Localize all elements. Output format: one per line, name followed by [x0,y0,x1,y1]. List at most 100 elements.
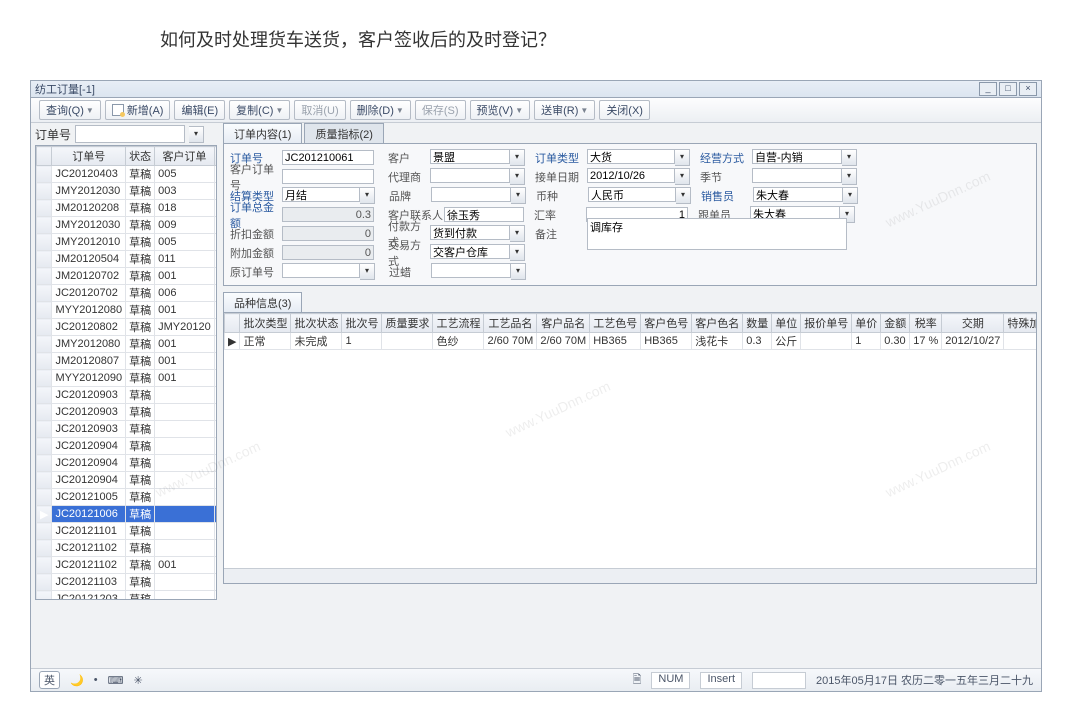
dot-icon: • [94,674,98,686]
order-row[interactable]: JM20120208草稿018 [37,200,218,217]
biz-mode-input[interactable] [752,149,842,164]
order-row[interactable]: JC20120903草稿 [37,404,218,421]
order-row[interactable]: JM20120504草稿011 [37,251,218,268]
window-min-button[interactable]: _ [979,82,997,96]
window-close-button[interactable]: × [1019,82,1037,96]
order-row[interactable]: JMY2012030草稿009 [37,217,218,234]
order-row[interactable]: JC20120403草稿005 [37,166,218,183]
contact-input[interactable] [444,207,524,222]
order-row[interactable]: JC20120904草稿 [37,472,218,489]
agent-dd-icon[interactable]: ▾ [510,168,525,185]
order-row[interactable]: JMY2012030草稿003 [37,183,218,200]
toolbar-close-button[interactable]: 关闭(X) [599,100,650,120]
status-num: NUM [651,672,690,689]
addon-input[interactable] [282,245,374,260]
trade-input[interactable] [430,244,510,259]
customer-input[interactable] [430,149,510,164]
order-row[interactable]: JC20121005草稿 [37,489,218,506]
settle-dd-icon[interactable]: ▾ [360,187,375,204]
currency-dd-icon[interactable]: ▾ [676,187,691,204]
season-dd-icon[interactable]: ▾ [842,168,857,185]
sales-dd-icon[interactable]: ▾ [843,187,858,204]
order-row[interactable]: JC20120802草稿JMY20120 [37,319,218,336]
toolbar-query-button[interactable]: 查询(Q)▼ [39,100,101,120]
brand-dd-icon[interactable]: ▾ [511,187,526,204]
order-row[interactable]: JC20121102草稿 [37,540,218,557]
order-row[interactable]: JM20120807草稿001 [37,353,218,370]
toolbar-preview-button[interactable]: 预览(V)▼ [470,100,531,120]
row-indicator [37,523,52,540]
window-max-button[interactable]: □ [999,82,1017,96]
toolbar: 查询(Q)▼新增(A)编辑(E)复制(C)▼取消(U)删除(D)▼保存(S)预览… [31,98,1041,123]
row-indicator [37,353,52,370]
right-panel: 订单内容(1) 质量指标(2) 订单号 客户 ▾ 订单类型 ▾ 经营方式 ▾ [223,123,1037,663]
pay-dd-icon[interactable]: ▾ [510,225,525,242]
orig-dd-icon[interactable]: ▾ [360,263,375,280]
order-row[interactable]: JC20120904草稿 [37,455,218,472]
tab-variety[interactable]: 品种信息(3) [223,292,302,312]
currency-input[interactable] [588,187,676,202]
sales-input[interactable] [753,187,843,202]
order-row[interactable]: MYY2012090草稿001 [37,370,218,387]
toolbar-new-button[interactable]: 新增(A) [105,100,171,120]
chevron-down-icon: ▼ [580,106,588,115]
filter-order-input[interactable] [75,125,185,143]
order-row[interactable]: MYY2012080草稿001 [37,302,218,319]
toolbar-label: 送审(R) [541,102,578,118]
row-indicator [37,574,52,591]
biz-mode-dd-icon[interactable]: ▾ [842,149,857,166]
order-list-grid[interactable]: 订单号状态客户订单▲JC20120403草稿005JMY2012030草稿003… [35,145,217,600]
order-row[interactable]: JC20121102草稿001 [37,557,218,574]
order-row[interactable]: JC20120903草稿 [37,387,218,404]
customer-dd-icon[interactable]: ▾ [510,149,525,166]
ime-icon[interactable]: 英 [39,671,60,689]
brand-input[interactable] [431,187,511,202]
order-type-dd-icon[interactable]: ▾ [675,149,690,166]
order-row[interactable]: JM20120702草稿001 [37,268,218,285]
toolbar-edit-button[interactable]: 编辑(E) [174,100,225,120]
pay-input[interactable] [430,225,510,240]
filter-dropdown-icon[interactable]: ▾ [189,126,204,143]
order-row[interactable]: JC20120903草稿 [37,421,218,438]
detail-hscroll[interactable] [224,568,1036,583]
settle-input[interactable] [282,187,360,202]
order-no-input[interactable] [282,150,374,165]
tab-quality[interactable]: 质量指标(2) [304,123,383,143]
orig-input[interactable] [282,263,360,278]
order-row[interactable]: JC20120702草稿006 [37,285,218,302]
order-form: 订单号 客户 ▾ 订单类型 ▾ 经营方式 ▾ 客户订单号 代理商 [223,143,1037,286]
order-row[interactable]: JMY2012080草稿001 [37,336,218,353]
discount-input[interactable] [282,226,374,241]
detail-row[interactable]: ▶正常未完成1色纱2/60 70M2/60 70MHB365HB365浅花卡0.… [225,333,1038,350]
wax-dd-icon[interactable]: ▾ [511,263,526,280]
row-indicator [37,336,52,353]
toolbar-cancel-button: 取消(U) [294,100,345,120]
season-input[interactable] [752,168,842,183]
lbl-sales: 销售员 [701,188,753,204]
order-row[interactable]: JC20121203草稿 [37,591,218,601]
moon-icon: 🌙 [70,674,84,687]
tab-order-content[interactable]: 订单内容(1) [223,123,302,143]
order-row[interactable]: JMY2012010草稿005 [37,234,218,251]
cust-order-input[interactable] [282,169,374,184]
agent-input[interactable] [430,168,510,183]
remark-input[interactable]: 调库存 [587,218,847,250]
toolbar-review-button[interactable]: 送审(R)▼ [534,100,595,120]
order-row[interactable]: JC20120904草稿 [37,438,218,455]
order-type-input[interactable] [587,149,675,164]
row-indicator [37,285,52,302]
top-tabs: 订单内容(1) 质量指标(2) [223,123,1037,143]
toolbar-copy-button[interactable]: 复制(C)▼ [229,100,290,120]
row-indicator: ▶ [37,506,52,523]
recv-date-input[interactable] [587,168,675,183]
order-row[interactable]: ▶JC20121006草稿 [37,506,218,523]
toolbar-delete-button[interactable]: 删除(D)▼ [350,100,411,120]
recv-date-dd-icon[interactable]: ▾ [675,168,690,185]
order-row[interactable]: JC20121103草稿 [37,574,218,591]
detail-grid[interactable]: 批次类型批次状态批次号质量要求工艺流程工艺品名客户品名工艺色号客户色号客户色名数… [223,312,1037,584]
splitter[interactable] [211,145,217,663]
trade-dd-icon[interactable]: ▾ [510,244,525,261]
order-row[interactable]: JC20121101草稿 [37,523,218,540]
status-bar: 英 🌙 • ⌨ ✳ 🗎 NUM Insert 2015年05月17日 农历二零一… [31,668,1041,691]
wax-input[interactable] [431,263,511,278]
